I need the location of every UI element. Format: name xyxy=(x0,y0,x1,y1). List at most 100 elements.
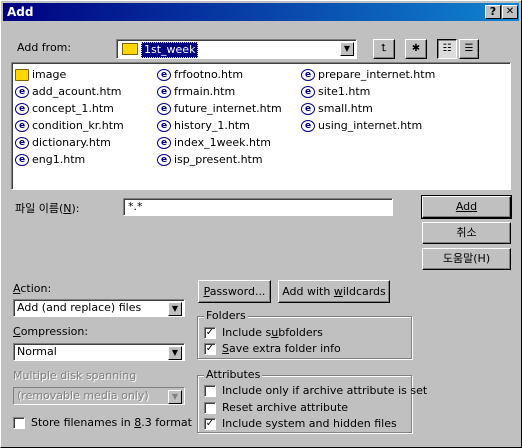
action-value: Add (and replace) files xyxy=(17,301,142,314)
reset-archive-checkbox[interactable] xyxy=(204,402,216,414)
list-view-button[interactable]: ☷ xyxy=(437,39,457,59)
file-name: small.htm xyxy=(318,102,373,115)
file-name: frmain.htm xyxy=(174,85,236,98)
html-file-icon: e xyxy=(301,85,315,98)
action-select[interactable]: Add (and replace) files ▼ xyxy=(13,299,185,317)
spanning-select: (removable media only) ▼ xyxy=(13,387,185,405)
save-extra-row[interactable]: ✓ Save extra folder info xyxy=(204,341,341,356)
include-subfolders-label: Include subfolders xyxy=(222,326,323,339)
file-item[interactable]: image xyxy=(15,66,124,83)
spanning-label: Multiple disk spanning xyxy=(13,369,137,382)
file-item[interactable]: e condition_kr.htm xyxy=(15,117,124,134)
title-bar: Add xyxy=(3,3,519,21)
filename-input[interactable]: *.* xyxy=(123,198,393,216)
include-subfolders-row[interactable]: ✓ Include subfolders xyxy=(204,325,323,340)
store-83-checkbox[interactable] xyxy=(13,417,25,429)
store-83-label: Store filenames in 8.3 format xyxy=(31,416,192,429)
file-item[interactable]: e small.htm xyxy=(301,100,435,117)
file-item[interactable]: e dictionary.htm xyxy=(15,134,124,151)
spanning-value: (removable media only) xyxy=(17,389,149,402)
file-column-1: image e add_acount.htm e concept_1.htm e condi… xyxy=(15,66,124,168)
html-file-icon: e xyxy=(157,153,171,166)
file-name: image xyxy=(32,68,67,81)
html-file-icon: e xyxy=(15,85,29,98)
chevron-down-icon: ▼ xyxy=(168,390,182,404)
password-button[interactable]: Password... xyxy=(198,280,271,303)
add-with-wildcards-button[interactable]: Add with wildcards xyxy=(278,280,390,303)
file-name: using_internet.htm xyxy=(318,119,423,132)
action-label: Action: xyxy=(13,282,52,295)
attributes-group: Attributes Include only if archive attri… xyxy=(197,368,427,433)
file-name: concept_1.htm xyxy=(32,102,114,115)
folders-legend: Folders xyxy=(204,309,248,322)
file-item[interactable]: e isp_present.htm xyxy=(157,151,282,168)
file-name: add_acount.htm xyxy=(32,85,122,98)
add-from-select[interactable]: 1st_week ▼ xyxy=(116,39,357,59)
file-column-2: e frfootno.htm e frmain.htm e future_internet… xyxy=(157,66,282,168)
only-archive-label: Include only if archive attribute is set xyxy=(222,384,428,397)
html-file-icon: e xyxy=(301,68,315,81)
file-name: isp_present.htm xyxy=(174,153,263,166)
file-item[interactable]: e frmain.htm xyxy=(157,83,282,100)
list-view-icon: ☷ xyxy=(442,43,452,54)
add-from-value: 1st_week xyxy=(141,42,199,58)
file-name: condition_kr.htm xyxy=(32,119,124,132)
save-extra-checkbox[interactable]: ✓ xyxy=(204,343,216,355)
include-system-row[interactable]: ✓ Include system and hidden files xyxy=(204,416,397,431)
file-item[interactable]: e concept_1.htm xyxy=(15,100,124,117)
details-view-button[interactable]: ☰ xyxy=(459,39,479,59)
chevron-down-icon[interactable]: ▼ xyxy=(168,302,182,316)
window-title: Add xyxy=(7,5,34,19)
html-file-icon: e xyxy=(301,102,315,115)
up-folder-button[interactable]: ⮤ xyxy=(373,39,395,59)
file-item[interactable]: e site1.htm xyxy=(301,83,435,100)
file-list[interactable]: image e add_acount.htm e concept_1.htm e condi… xyxy=(11,62,511,190)
html-file-icon: e xyxy=(15,153,29,166)
close-title-button[interactable]: ✕ xyxy=(502,5,518,19)
html-file-icon: e xyxy=(157,68,171,81)
file-name: prepare_internet.htm xyxy=(318,68,436,81)
reset-archive-row[interactable]: Reset archive attribute xyxy=(204,400,348,415)
file-column-3: e prepare_internet.htm e site1.htm e small.ht… xyxy=(301,66,435,134)
html-file-icon: e xyxy=(157,85,171,98)
file-name: future_internet.htm xyxy=(174,102,282,115)
file-name: eng1.htm xyxy=(32,153,86,166)
new-folder-button[interactable]: ✱ xyxy=(405,39,427,59)
file-item[interactable]: e eng1.htm xyxy=(15,151,124,168)
compression-label: Compression: xyxy=(13,325,89,338)
file-item[interactable]: e prepare_internet.htm xyxy=(301,66,435,83)
html-file-icon: e xyxy=(15,102,29,115)
add-button-label: Add xyxy=(455,200,478,213)
html-file-icon: e xyxy=(15,136,29,149)
help-button[interactable]: 도움말(H) xyxy=(422,248,511,270)
file-item[interactable]: e history_1.htm xyxy=(157,117,282,134)
file-item[interactable]: e using_internet.htm xyxy=(301,117,435,134)
file-name: history_1.htm xyxy=(174,119,250,132)
chevron-down-icon[interactable]: ▼ xyxy=(340,42,354,56)
file-name: frfootno.htm xyxy=(174,68,244,81)
store-83-checkbox-row[interactable]: Store filenames in 8.3 format xyxy=(13,415,192,430)
include-subfolders-checkbox[interactable]: ✓ xyxy=(204,327,216,339)
include-system-checkbox[interactable]: ✓ xyxy=(204,418,216,430)
html-file-icon: e xyxy=(157,102,171,115)
add-button[interactable]: Add xyxy=(421,195,512,219)
only-archive-checkbox[interactable] xyxy=(204,385,216,397)
html-file-icon: e xyxy=(15,119,29,132)
file-item[interactable]: e add_acount.htm xyxy=(15,83,124,100)
compression-value: Normal xyxy=(17,345,57,358)
chevron-down-icon[interactable]: ▼ xyxy=(168,346,182,360)
add-from-label: Add from: xyxy=(17,41,72,54)
save-extra-label: Save extra folder info xyxy=(222,342,341,355)
file-item[interactable]: e frfootno.htm xyxy=(157,66,282,83)
file-name: site1.htm xyxy=(318,85,371,98)
file-item[interactable]: e future_internet.htm xyxy=(157,100,282,117)
compression-select[interactable]: Normal ▼ xyxy=(13,343,185,361)
only-archive-row[interactable]: Include only if archive attribute is set xyxy=(204,383,427,398)
file-name: dictionary.htm xyxy=(32,136,111,149)
folders-group: Folders ✓ Include subfolders ✓ Save extra … xyxy=(197,309,412,359)
help-title-button[interactable]: ? xyxy=(485,5,501,19)
include-system-label: Include system and hidden files xyxy=(222,417,397,430)
file-item[interactable]: e index_1week.htm xyxy=(157,134,282,151)
cancel-button[interactable]: 취소 xyxy=(422,222,511,244)
folder-icon xyxy=(122,43,138,55)
